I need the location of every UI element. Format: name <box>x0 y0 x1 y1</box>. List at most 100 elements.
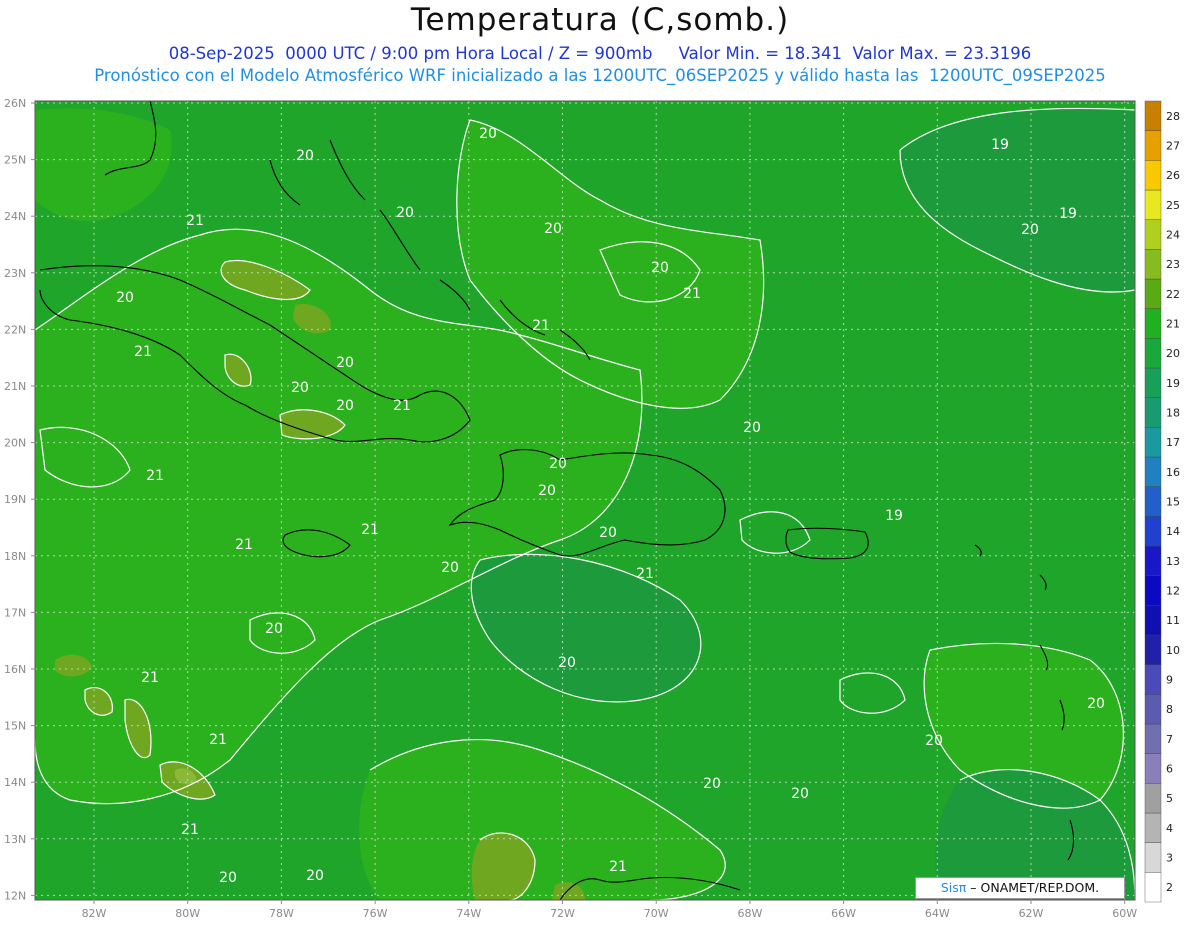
colorbar-label: 23 <box>1166 258 1180 271</box>
colorbar-label: 7 <box>1166 733 1173 746</box>
contour-label: 20 <box>291 380 309 396</box>
colorbar-label: 27 <box>1166 140 1180 153</box>
lon-label: 68W <box>737 907 762 920</box>
contour-label: 20 <box>743 420 761 436</box>
colorbar-cell <box>1144 397 1162 428</box>
contour-label: 21 <box>146 468 164 484</box>
colorbar-cell <box>1144 723 1162 754</box>
contour-label: 20 <box>396 205 414 221</box>
contour-label: 20 <box>296 148 314 164</box>
colorbar-label: 24 <box>1166 229 1180 242</box>
contour-label: 20 <box>791 786 809 802</box>
contour-label: 20 <box>219 870 237 886</box>
colorbar-label: 4 <box>1166 822 1173 835</box>
contour-label: 20 <box>651 260 669 276</box>
colorbar-label: 15 <box>1166 496 1180 509</box>
colorbar-cell <box>1144 427 1162 458</box>
contour-label: 20 <box>1087 696 1105 712</box>
colorbar-label: 25 <box>1166 199 1180 212</box>
contour-label: 21 <box>186 213 204 229</box>
lon-label: 64W <box>925 907 950 920</box>
colorbar-label: 9 <box>1166 674 1173 687</box>
colorbar-cell <box>1144 872 1162 903</box>
lat-label: 25N <box>4 154 26 167</box>
contour-label: 21 <box>181 822 199 838</box>
colorbar-label: 5 <box>1166 792 1173 805</box>
colorbar-cell <box>1144 753 1162 784</box>
lat-label: 13N <box>4 833 26 846</box>
contour-label: 21 <box>134 344 152 360</box>
colorbar-cell <box>1144 812 1162 843</box>
contour-label: 21 <box>636 566 654 582</box>
lat-label: 17N <box>4 606 26 619</box>
colorbar-label: 6 <box>1166 763 1173 776</box>
colorbar-label: 2 <box>1166 881 1173 894</box>
contour-label: 20 <box>116 290 134 306</box>
colorbar-label: 11 <box>1166 614 1180 627</box>
colorbar-cell <box>1144 456 1162 487</box>
lat-label: 26N <box>4 97 26 110</box>
contour-label: 20 <box>479 126 497 142</box>
colorbar-label: 18 <box>1166 407 1180 420</box>
credit-box: Sisπ – ONAMET/REP.DOM. <box>915 877 1125 899</box>
contour-label: 20 <box>703 776 721 792</box>
lon-label: 62W <box>1019 907 1044 920</box>
map-plot-area: 20 20 20 21 20 20 21 20 21 20 20 20 21 21 21 20 20 20 21 20… <box>35 101 1135 900</box>
colorbar-label: 22 <box>1166 288 1180 301</box>
contour-label: 21 <box>209 732 227 748</box>
lat-label: 22N <box>4 323 26 336</box>
contour-label: 21 <box>393 398 411 414</box>
colorbar-cell <box>1144 575 1162 606</box>
lon-label: 70W <box>644 907 669 920</box>
contour-label: 21 <box>683 286 701 302</box>
lon-label: 80W <box>175 907 200 920</box>
lon-label: 74W <box>456 907 481 920</box>
colorbar-cell <box>1144 278 1162 309</box>
colorbar-cell <box>1144 249 1162 280</box>
lat-label: 23N <box>4 267 26 280</box>
colorbar-label: 20 <box>1166 347 1180 360</box>
latitude-axis: 26N 25N 24N 23N 22N 21N 20N 19N 18N 17N 16N 15N 14N 1… <box>4 97 35 902</box>
colorbar-label: 12 <box>1166 585 1180 598</box>
contour-label: 20 <box>1021 222 1039 238</box>
contour-label: 20 <box>265 621 283 637</box>
lat-label: 20N <box>4 437 26 450</box>
colorbar-cell <box>1144 100 1162 131</box>
colorbar-label: 8 <box>1166 703 1173 716</box>
lon-label: 82W <box>82 907 107 920</box>
colorbar-cell <box>1144 338 1162 369</box>
contour-label: 20 <box>538 483 556 499</box>
lat-label: 19N <box>4 493 26 506</box>
lat-label: 21N <box>4 380 26 393</box>
contour-label: 21 <box>609 859 627 875</box>
colorbar-label: 19 <box>1166 377 1180 390</box>
lon-label: 60W <box>1112 907 1137 920</box>
colorbar-label: 14 <box>1166 525 1180 538</box>
lat-label: 12N <box>4 889 26 902</box>
colorbar-label: 28 <box>1166 110 1180 123</box>
colorbar-cell <box>1144 130 1162 161</box>
contour-label: 21 <box>141 670 159 686</box>
colorbar: 2345678910111213141516171819202122232425… <box>1144 100 1180 903</box>
colorbar-label: 21 <box>1166 318 1180 331</box>
lat-label: 18N <box>4 550 26 563</box>
colorbar-cell <box>1144 367 1162 398</box>
colorbar-label: 17 <box>1166 436 1180 449</box>
colorbar-cell <box>1144 516 1162 547</box>
credit-text: – ONAMET/REP.DOM. <box>970 880 1100 895</box>
colorbar-cell <box>1144 694 1162 725</box>
lon-label: 78W <box>269 907 294 920</box>
contour-label: 20 <box>599 525 617 541</box>
contour-label: 21 <box>361 522 379 538</box>
colorbar-cell <box>1144 634 1162 665</box>
contour-label: 21 <box>532 318 550 334</box>
contour-label: 20 <box>336 398 354 414</box>
contour-label: 20 <box>336 355 354 371</box>
contour-label: 20 <box>306 868 324 884</box>
colorbar-label: 16 <box>1166 466 1180 479</box>
lon-label: 76W <box>363 907 388 920</box>
temperature-map: 20 20 20 21 20 20 21 20 21 20 20 20 21 21 21 20 20 20 21 20… <box>4 97 1180 920</box>
colorbar-cell <box>1144 783 1162 814</box>
lat-label: 15N <box>4 720 26 733</box>
colorbar-cell <box>1144 545 1162 576</box>
